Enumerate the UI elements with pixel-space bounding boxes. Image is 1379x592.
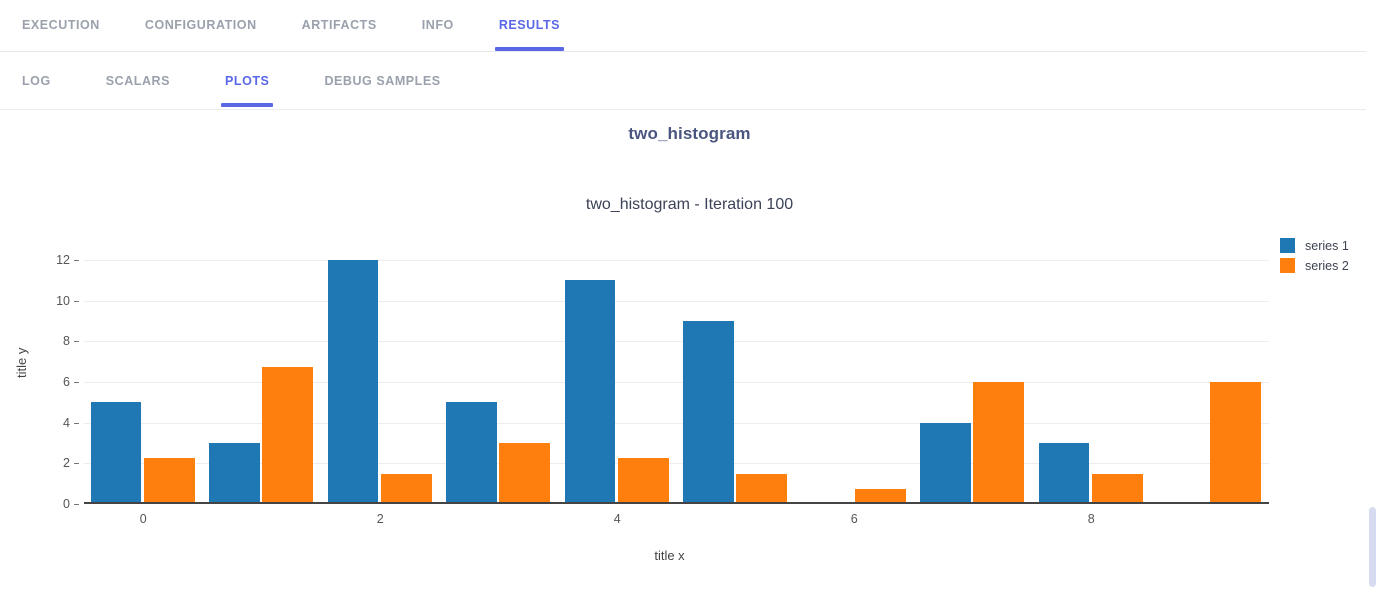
x-axis-tick-label: 2 bbox=[376, 512, 384, 526]
tab-artifacts[interactable]: ARTIFACTS bbox=[302, 18, 377, 34]
y-axis-tick-label: 0 bbox=[63, 497, 79, 511]
bar[interactable] bbox=[617, 458, 669, 504]
y-axis-tick-label: 4 bbox=[63, 416, 79, 430]
legend-swatch-icon bbox=[1280, 238, 1295, 253]
y-axis-tick-label: 12 bbox=[56, 253, 79, 267]
y-axis-tick-label: 10 bbox=[56, 294, 79, 308]
secondary-tab-bar: LOG SCALARS PLOTS DEBUG SAMPLES bbox=[0, 52, 1379, 110]
chart-legend: series 1 series 2 bbox=[1280, 238, 1349, 278]
tab-debug-samples[interactable]: DEBUG SAMPLES bbox=[324, 74, 440, 88]
tab-plots[interactable]: PLOTS bbox=[220, 74, 274, 107]
bar[interactable] bbox=[1038, 443, 1090, 504]
x-axis-label: title x bbox=[654, 548, 685, 563]
legend-item-series-2[interactable]: series 2 bbox=[1280, 258, 1349, 273]
bar[interactable] bbox=[499, 443, 551, 504]
primary-tab-bar: EXECUTION CONFIGURATION ARTIFACTS INFO R… bbox=[0, 0, 1379, 52]
tab-scalars[interactable]: SCALARS bbox=[106, 74, 170, 88]
bar[interactable] bbox=[564, 280, 616, 504]
legend-item-series-1[interactable]: series 1 bbox=[1280, 238, 1349, 253]
x-axis-tick-label: 0 bbox=[139, 512, 147, 526]
y-axis-tick-label: 2 bbox=[63, 456, 79, 470]
x-axis-tick-label: 8 bbox=[1087, 512, 1095, 526]
x-axis-label-wrap: title x bbox=[0, 548, 1379, 563]
bar[interactable] bbox=[736, 473, 788, 504]
legend-swatch-icon bbox=[1280, 258, 1295, 273]
plot-area: 0 2 4 6 8 10 12 0 2 4 6 8 bbox=[56, 250, 1269, 526]
plot-panel-title: two_histogram bbox=[628, 124, 751, 143]
bar[interactable] bbox=[446, 402, 497, 504]
y-axis-tick-label: 8 bbox=[63, 334, 79, 348]
chart-title: two_histogram - Iteration 100 bbox=[585, 196, 794, 213]
tab-info[interactable]: INFO bbox=[422, 18, 454, 34]
bar[interactable] bbox=[90, 402, 142, 504]
bar[interactable] bbox=[209, 443, 260, 504]
tab-configuration[interactable]: CONFIGURATION bbox=[145, 18, 257, 34]
legend-label: series 2 bbox=[1305, 258, 1349, 273]
bar[interactable] bbox=[143, 458, 195, 504]
x-axis-tick-label: 6 bbox=[850, 512, 858, 526]
x-axis-tick-label: 4 bbox=[613, 512, 621, 526]
bar[interactable] bbox=[920, 422, 971, 504]
x-axis-line bbox=[84, 502, 1269, 504]
y-axis-tick-label: 6 bbox=[63, 375, 79, 389]
tab-log[interactable]: LOG bbox=[22, 74, 51, 88]
bar[interactable] bbox=[262, 366, 314, 504]
legend-label: series 1 bbox=[1305, 238, 1349, 253]
bar[interactable] bbox=[380, 473, 432, 504]
tab-results[interactable]: RESULTS bbox=[494, 18, 565, 51]
tab-execution[interactable]: EXECUTION bbox=[22, 18, 100, 34]
vertical-scrollbar[interactable] bbox=[1366, 0, 1379, 592]
bar-chart[interactable]: title y 0 2 4 6 8 10 12 0 2 4 6 8 title x series 1… bbox=[0, 228, 1379, 588]
bar[interactable] bbox=[327, 260, 379, 504]
y-axis-label: title y bbox=[14, 347, 29, 378]
bar[interactable] bbox=[1091, 473, 1143, 504]
plot-panel: two_histogram two_histogram - Iteration … bbox=[0, 110, 1379, 592]
bar-series-container bbox=[84, 250, 1269, 504]
bar[interactable] bbox=[683, 321, 734, 504]
scrollbar-thumb[interactable] bbox=[1369, 507, 1376, 587]
bar[interactable] bbox=[973, 382, 1025, 504]
bar[interactable] bbox=[1210, 382, 1262, 504]
